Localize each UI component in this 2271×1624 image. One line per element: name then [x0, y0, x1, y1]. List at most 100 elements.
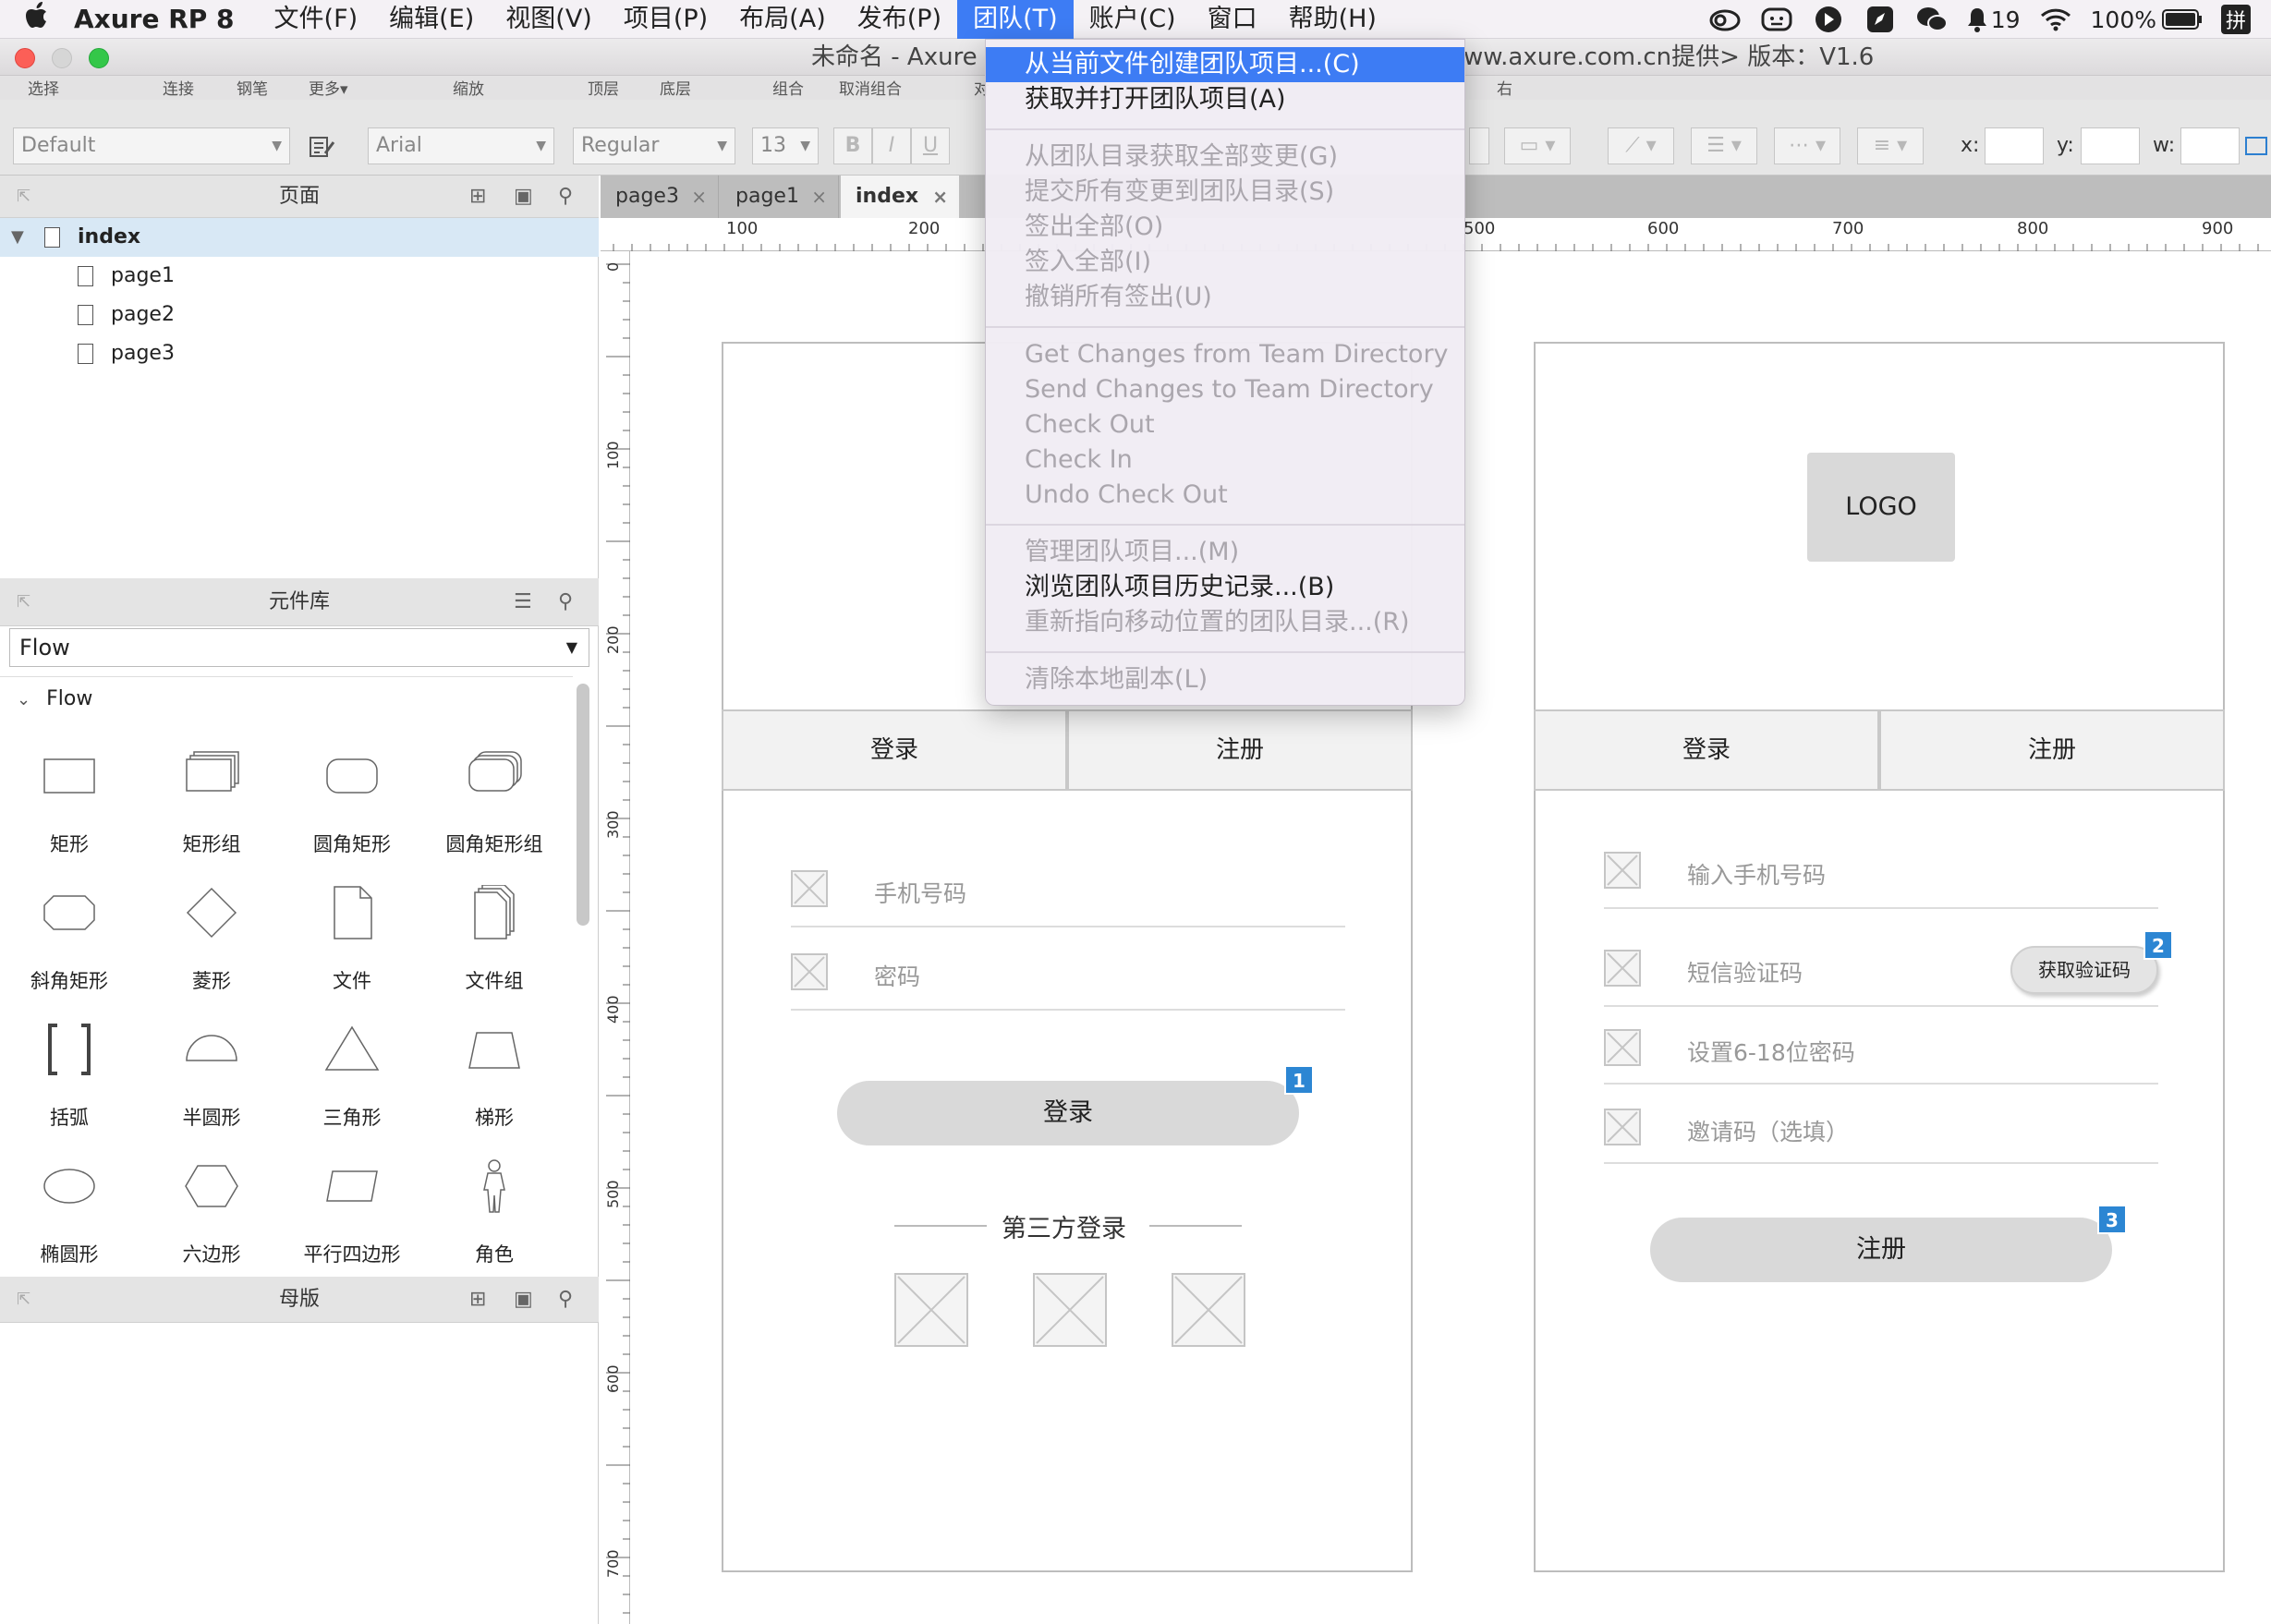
play-icon[interactable]: [1812, 5, 1845, 34]
widget-parallelogram[interactable]: 平行四边形: [283, 1149, 421, 1279]
widget-rectangle[interactable]: 矩形: [0, 739, 139, 868]
login-tab[interactable]: 登录: [1534, 709, 1879, 791]
pin-icon[interactable]: ⇱: [17, 1277, 30, 1323]
tool-select-label[interactable]: 选择: [28, 76, 59, 99]
italic-button[interactable]: I: [872, 127, 911, 164]
tool-group-label[interactable]: 组合: [772, 76, 804, 99]
social-login-placeholder[interactable]: [1172, 1273, 1245, 1347]
search-icon[interactable]: ⚲: [558, 578, 573, 626]
pin-icon[interactable]: ⇱: [17, 176, 30, 218]
invite-code-field[interactable]: 邀请码（选填）: [1687, 1114, 1849, 1147]
line-color-button[interactable]: ⟋ ▾: [1608, 127, 1674, 164]
widget-triangle[interactable]: 三角形: [283, 1012, 421, 1142]
w-input[interactable]: [2180, 127, 2240, 164]
tool-pen-label[interactable]: 钢笔: [237, 76, 268, 99]
menu-item-create-team-project[interactable]: 从当前文件创建团队项目...(C): [986, 47, 1464, 82]
arrow-style-button[interactable]: ≡ ▾: [1857, 127, 1924, 164]
menu-item-manage-team-project[interactable]: 管理团队项目...(M): [986, 535, 1464, 570]
library-group-header[interactable]: ⌄ Flow: [17, 687, 92, 710]
add-page-icon[interactable]: ⊞: [469, 176, 486, 218]
minimize-button[interactable]: [52, 48, 72, 68]
close-icon[interactable]: ×: [811, 176, 827, 218]
style-edit-icon[interactable]: [309, 135, 336, 159]
menu-item-check-out[interactable]: Check Out: [986, 407, 1464, 442]
menu-item-get-changes[interactable]: Get Changes from Team Directory: [986, 337, 1464, 372]
menu-item-check-in[interactable]: Check In: [986, 442, 1464, 478]
x-input[interactable]: [1985, 127, 2044, 164]
widget-hexagon[interactable]: 六边形: [142, 1149, 281, 1279]
close-button[interactable]: [15, 48, 35, 68]
menu-item-check-in-all[interactable]: 签入全部(I): [986, 245, 1464, 280]
widget-rounded-rectangle-group[interactable]: 圆角矩形组: [425, 739, 564, 868]
tool-front-label[interactable]: 顶层: [588, 76, 619, 99]
menu-item-browse-history[interactable]: 浏览团队项目历史记录...(B): [986, 570, 1464, 605]
menu-edit[interactable]: 编辑(E): [373, 0, 490, 39]
close-icon[interactable]: ×: [932, 176, 948, 218]
menu-view[interactable]: 视图(V): [490, 0, 608, 39]
battery-status[interactable]: 100%: [2091, 6, 2203, 33]
text-color-button[interactable]: [1469, 127, 1489, 164]
menu-item-undo-all-check-outs[interactable]: 撤销所有签出(U): [986, 280, 1464, 315]
widget-rounded-rectangle[interactable]: 圆角矩形: [283, 739, 421, 868]
input-method-icon[interactable]: 拼: [2221, 5, 2251, 34]
widget-trapezoid[interactable]: 梯形: [425, 1012, 564, 1142]
widget-actor[interactable]: 角色: [425, 1149, 564, 1279]
menu-item-get-open-team-project[interactable]: 获取并打开团队项目(A): [986, 82, 1464, 117]
tool-back-label[interactable]: 底层: [660, 76, 691, 99]
page-tree-item-page3[interactable]: page3: [0, 334, 599, 373]
phone-field[interactable]: 手机号码: [874, 876, 966, 909]
register-tab[interactable]: 注册: [1879, 709, 2225, 791]
widget-diamond[interactable]: 菱形: [142, 876, 281, 1005]
font-select[interactable]: Arial ▼: [368, 127, 554, 164]
menu-item-check-out-all[interactable]: 签出全部(O): [986, 210, 1464, 245]
tool-right-label[interactable]: 右: [1497, 76, 1512, 99]
weight-select[interactable]: Regular ▼: [573, 127, 735, 164]
menu-item-get-all-changes[interactable]: 从团队目录获取全部变更(G): [986, 139, 1464, 175]
style-select[interactable]: Default ▼: [13, 127, 290, 164]
wifi-icon[interactable]: [2039, 5, 2072, 34]
tab-page3[interactable]: page3 ×: [601, 176, 719, 218]
menu-icon[interactable]: ☰: [514, 578, 532, 626]
menu-item-undo-check-out[interactable]: Undo Check Out: [986, 478, 1464, 513]
phone-field[interactable]: 输入手机号码: [1687, 857, 1826, 891]
widget-bevel-rectangle[interactable]: 斜角矩形: [0, 876, 139, 1005]
tab-index[interactable]: index ×: [841, 176, 959, 218]
line-width-button[interactable]: ☰ ▾: [1691, 127, 1757, 164]
tool-ungroup-label[interactable]: 取消组合: [839, 76, 902, 99]
password-field[interactable]: 设置6-18位密码: [1687, 1035, 1855, 1068]
search-icon[interactable]: ⚲: [558, 1277, 573, 1323]
expand-triangle-icon[interactable]: ▼: [11, 218, 24, 257]
sms-code-field[interactable]: 短信验证码: [1687, 955, 1803, 988]
widget-bracket[interactable]: 括弧: [0, 1012, 139, 1142]
menu-item-clear-local-copy[interactable]: 清除本地副本(L): [986, 662, 1464, 697]
close-icon[interactable]: ×: [691, 176, 707, 218]
social-login-placeholder[interactable]: [1033, 1273, 1107, 1347]
widget-semicircle[interactable]: 半圆形: [142, 1012, 281, 1142]
tool-zoom-label[interactable]: 缩放: [453, 76, 484, 99]
password-field[interactable]: 密码: [874, 959, 920, 992]
page-tree-item-page1[interactable]: page1: [0, 257, 599, 296]
bold-button[interactable]: B: [833, 127, 872, 164]
register-submit-button[interactable]: 注册: [1650, 1218, 2112, 1282]
menu-window[interactable]: 窗口: [1192, 0, 1273, 39]
social-login-placeholder[interactable]: [894, 1273, 968, 1347]
login-tab[interactable]: 登录: [722, 709, 1067, 791]
menu-item-send-all-changes[interactable]: 提交所有变更到团队目录(S): [986, 175, 1464, 210]
size-select[interactable]: 13 ▼: [752, 127, 819, 164]
face-icon[interactable]: [1760, 5, 1793, 34]
menu-file[interactable]: 文件(F): [259, 0, 374, 39]
add-folder-icon[interactable]: ▣: [514, 176, 533, 218]
note-icon[interactable]: [1864, 5, 1897, 34]
library-select[interactable]: Flow ▼: [9, 628, 589, 667]
underline-button[interactable]: U: [911, 127, 950, 164]
menu-item-send-changes[interactable]: Send Changes to Team Directory: [986, 372, 1464, 407]
y-input[interactable]: [2081, 127, 2140, 164]
lock-ratio-icon[interactable]: [2245, 137, 2267, 155]
widget-rectangle-group[interactable]: 矩形组: [142, 739, 281, 868]
library-scrollbar[interactable]: [577, 684, 589, 926]
menu-arrange[interactable]: 布局(A): [723, 0, 842, 39]
wechat-icon[interactable]: [1915, 5, 1949, 34]
menu-publish[interactable]: 发布(P): [842, 0, 957, 39]
tool-more-label[interactable]: 更多▾: [309, 76, 348, 99]
menu-item-repoint-directory[interactable]: 重新指向移动位置的团队目录...(R): [986, 605, 1464, 640]
